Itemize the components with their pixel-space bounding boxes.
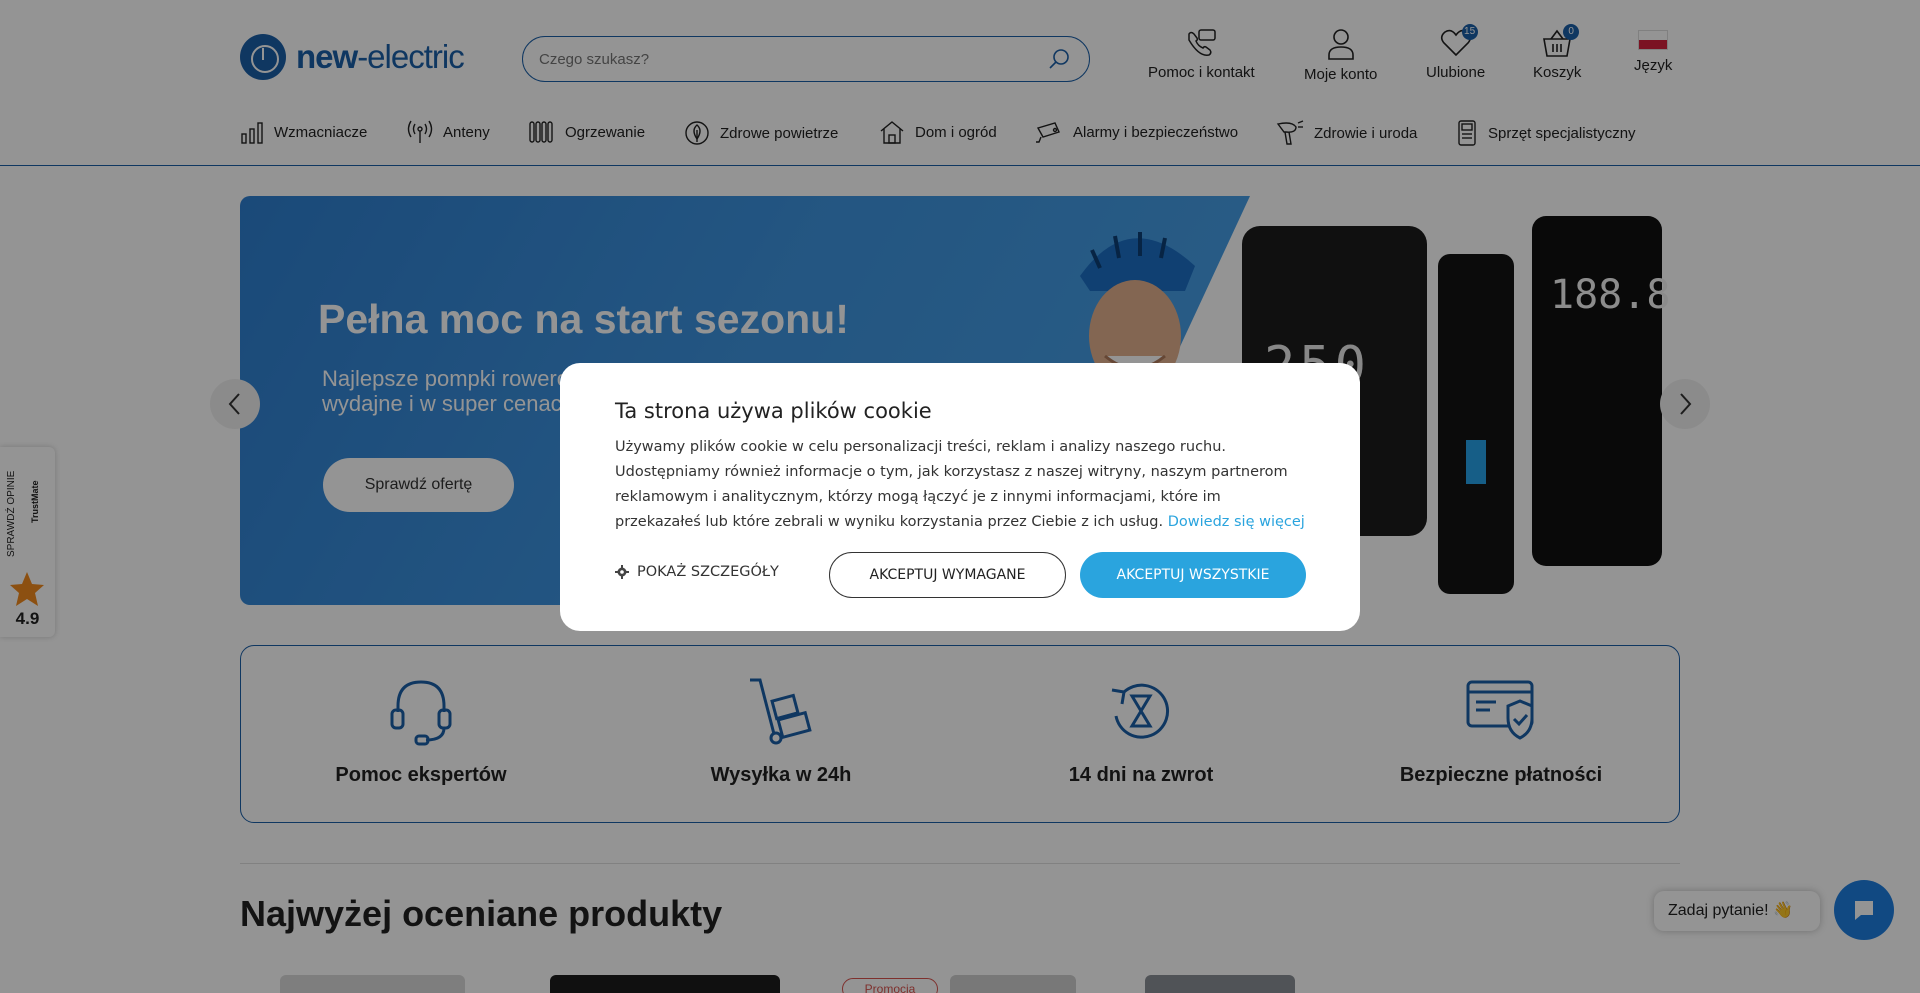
cookie-description: Używamy plików cookie w celu personaliza… [615, 439, 1305, 530]
gear-icon [615, 565, 629, 579]
accept-all-button[interactable]: AKCEPTUJ WSZYSTKIE [1080, 552, 1306, 598]
cookie-title: Ta strona używa plików cookie [615, 399, 932, 423]
cookie-consent-dialog: Ta strona używa plików cookie Używamy pl… [560, 363, 1360, 631]
learn-more-link[interactable]: Dowiedz się więcej [1168, 514, 1305, 530]
cookie-actions: POKAŻ SZCZEGÓŁY AKCEPTUJ WYMAGANE AKCEPT… [615, 552, 1306, 598]
accept-required-button[interactable]: AKCEPTUJ WYMAGANE [829, 552, 1066, 598]
show-details-button[interactable]: POKAŻ SZCZEGÓŁY [615, 564, 779, 580]
